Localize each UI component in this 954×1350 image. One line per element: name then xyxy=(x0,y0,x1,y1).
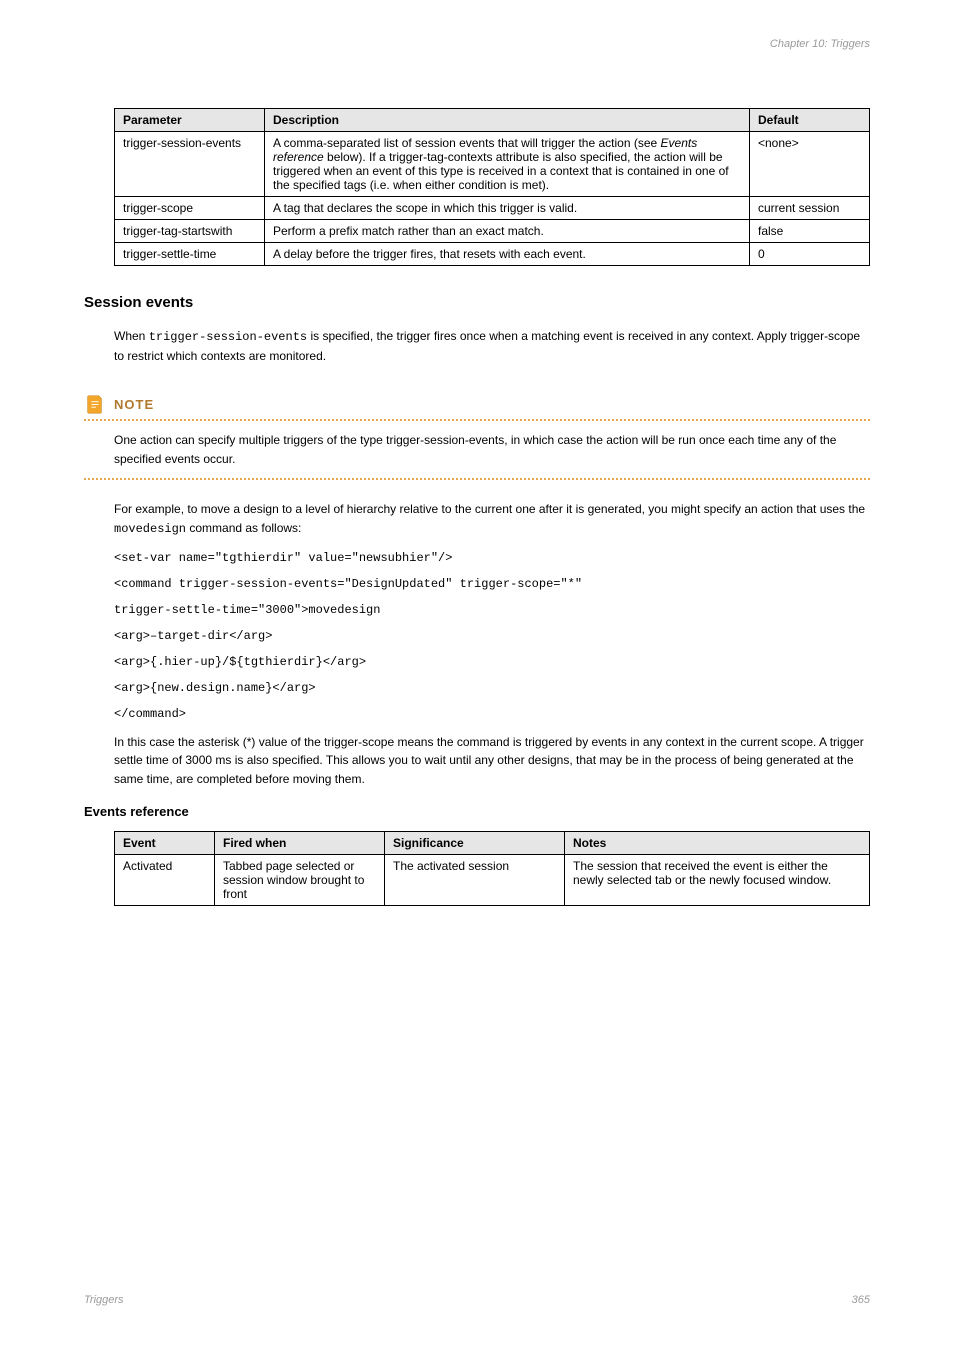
table-row: trigger-settle-time A delay before the t… xyxy=(115,243,870,266)
cell-desc: Perform a prefix match rather than an ex… xyxy=(265,220,750,243)
paragraph: When trigger-session-events is specified… xyxy=(114,327,870,365)
cell-default: 0 xyxy=(750,243,870,266)
code-line: <arg>{.hier-up}/${tgthierdir}</arg> xyxy=(114,653,870,671)
events-reference-heading: Events reference xyxy=(84,804,870,819)
note-label: NOTE xyxy=(114,397,154,412)
table-row: Activated Tabbed page selected or sessio… xyxy=(115,855,870,906)
cell-desc: A tag that declares the scope in which t… xyxy=(265,197,750,220)
text: For example, to move a design to a level… xyxy=(114,502,865,516)
divider-dotted xyxy=(84,419,870,421)
table-row: trigger-session-events A comma-separated… xyxy=(115,132,870,197)
th-fired-when: Fired when xyxy=(215,832,385,855)
parameters-table: Parameter Description Default trigger-se… xyxy=(114,108,870,266)
paragraph: For example, to move a design to a level… xyxy=(114,500,870,538)
events-table: Event Fired when Significance Notes Acti… xyxy=(114,831,870,906)
text: command as follows: xyxy=(186,521,301,535)
footer-section: Triggers xyxy=(84,1294,124,1306)
page-number: 365 xyxy=(852,1294,870,1306)
cell-param: trigger-tag-startswith xyxy=(115,220,265,243)
code-line: trigger-settle-time="3000">movedesign xyxy=(114,601,870,619)
cell-event: Activated xyxy=(115,855,215,906)
attr-name: trigger-session-events xyxy=(149,330,307,344)
text: When xyxy=(114,329,149,343)
th-description: Description xyxy=(265,109,750,132)
desc-text-pre: A comma-separated list of session events… xyxy=(273,136,661,150)
cell-notes: The session that received the event is e… xyxy=(565,855,870,906)
th-event: Event xyxy=(115,832,215,855)
cell-desc: A comma-separated list of session events… xyxy=(265,132,750,197)
cell-sig: The activated session xyxy=(385,855,565,906)
cell-default: false xyxy=(750,220,870,243)
table-row: trigger-scope A tag that declares the sc… xyxy=(115,197,870,220)
code-line: </command> xyxy=(114,705,870,723)
cell-desc: A delay before the trigger fires, that r… xyxy=(265,243,750,266)
paragraph: In this case the asterisk (*) value of t… xyxy=(114,733,870,789)
code-line: <command trigger-session-events="DesignU… xyxy=(114,575,870,593)
cell-param: trigger-settle-time xyxy=(115,243,265,266)
code-line: <set-var name="tgthierdir" value="newsub… xyxy=(114,549,870,567)
cell-default: current session xyxy=(750,197,870,220)
cell-default: <none> xyxy=(750,132,870,197)
note-block: NOTE One action can specify multiple tri… xyxy=(84,393,870,480)
th-notes: Notes xyxy=(565,832,870,855)
code-line: <arg>{new.design.name}</arg> xyxy=(114,679,870,697)
cell-param: trigger-session-events xyxy=(115,132,265,197)
note-text: One action can specify multiple triggers… xyxy=(114,431,870,468)
cell-param: trigger-scope xyxy=(115,197,265,220)
code-line: <arg>–target-dir</arg> xyxy=(114,627,870,645)
command-name: movedesign xyxy=(114,522,186,536)
th-default: Default xyxy=(750,109,870,132)
note-icon xyxy=(84,393,106,415)
th-parameter: Parameter xyxy=(115,109,265,132)
divider-dotted xyxy=(84,478,870,480)
cell-when: Tabbed page selected or session window b… xyxy=(215,855,385,906)
desc-text-post: below). If a trigger-tag-contexts attrib… xyxy=(273,150,729,192)
th-significance: Significance xyxy=(385,832,565,855)
section-session-events: Session events xyxy=(84,294,870,311)
table-row: trigger-tag-startswith Perform a prefix … xyxy=(115,220,870,243)
chapter-header: Chapter 10: Triggers xyxy=(770,38,870,50)
